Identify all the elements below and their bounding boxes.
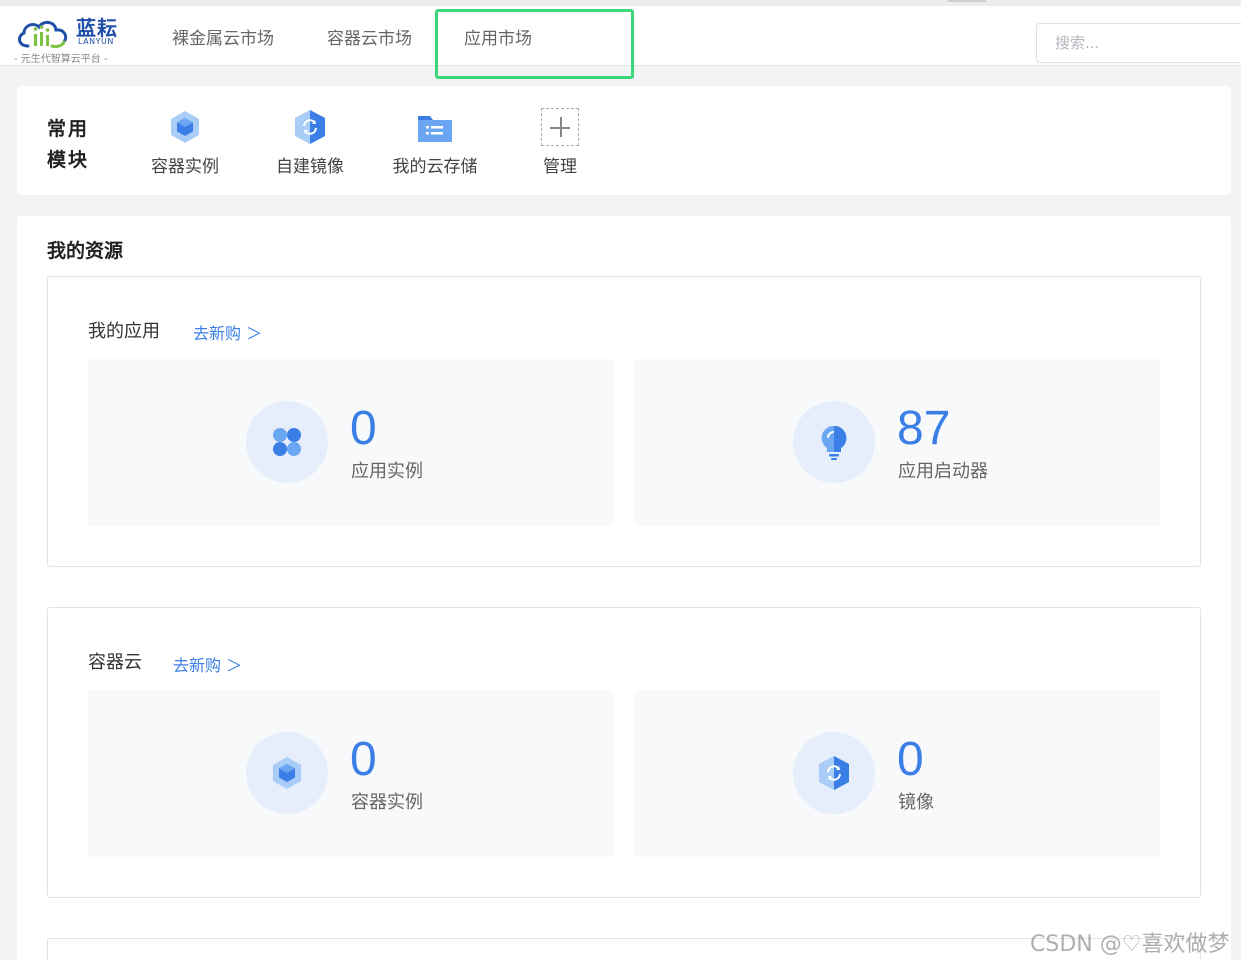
module-cloud-storage[interactable]: 我的云存储 (380, 108, 490, 177)
cube-icon (273, 757, 301, 789)
stat-value: 0 (350, 733, 377, 786)
resource-group-apps: 我的应用 去新购 ＞ 0 应用实例 87 应用启动器 (47, 276, 1201, 567)
group-title: 容器云 (88, 652, 142, 673)
stat-icon-circle (246, 401, 328, 483)
stat-label: 应用启动器 (898, 461, 988, 482)
cube-icon (171, 111, 199, 143)
image-icon (819, 756, 849, 790)
image-icon (295, 110, 325, 144)
stat-label: 容器实例 (351, 792, 423, 813)
cloud-logo-icon (18, 21, 68, 48)
stat-label: 应用实例 (351, 461, 423, 482)
plus-icon (541, 108, 579, 146)
watermark: CSDN @♡喜欢做梦 (1030, 932, 1230, 957)
resources-title: 我的资源 (47, 240, 124, 262)
search-input[interactable] (1036, 23, 1241, 63)
stat-value: 87 (897, 402, 951, 455)
top-strip-handle (948, 0, 986, 2)
module-label: 管理 (543, 157, 577, 177)
stat-icon-circle (793, 732, 875, 814)
group-title: 我的应用 (88, 321, 160, 342)
stat-label: 镜像 (898, 792, 934, 813)
logo[interactable]: 蓝耘 LANYUN - 元生代智算云平台 - (12, 10, 132, 65)
stat-card-app-launchers[interactable]: 87 应用启动器 (635, 359, 1160, 526)
module-manage[interactable]: 管理 (505, 108, 615, 177)
module-label: 自建镜像 (276, 157, 344, 177)
buy-new-link[interactable]: 去新购 ＞ (193, 320, 262, 344)
folder-icon (418, 116, 452, 142)
nav-app-market[interactable]: 应用市场 (464, 24, 532, 49)
app-grid-icon (273, 428, 301, 456)
stat-icon-circle (246, 732, 328, 814)
stat-card-app-instances[interactable]: 0 应用实例 (88, 359, 613, 526)
bulb-icon (821, 425, 847, 460)
nav-bare-metal-market[interactable]: 裸金属云市场 (172, 24, 274, 49)
stat-value: 0 (897, 733, 924, 786)
buy-new-link[interactable]: 去新购 ＞ (173, 652, 242, 676)
resource-group-partial (47, 938, 1201, 960)
module-label: 容器实例 (151, 157, 219, 177)
stat-card-images[interactable]: 0 镜像 (635, 690, 1160, 857)
resource-group-container-cloud: 容器云 去新购 ＞ 0 容器实例 0 镜像 (47, 607, 1201, 898)
quick-modules-title: 常用模块 (47, 118, 90, 171)
module-label: 我的云存储 (392, 157, 478, 177)
logo-subtext: LANYUN (78, 37, 114, 46)
logo-slogan: - 元生代智算云平台 - (14, 54, 108, 65)
stat-value: 0 (350, 402, 377, 455)
top-header: 蓝耘 LANYUN - 元生代智算云平台 - 裸金属云市场 容器云市场 应用市场 (0, 6, 1241, 66)
stat-card-container-instances[interactable]: 0 容器实例 (88, 690, 613, 857)
my-resources-panel: 我的资源 我的应用 去新购 ＞ 0 应用实例 87 应用启动器 容器云 去新购 … (17, 216, 1231, 960)
module-custom-image[interactable]: 自建镜像 (255, 108, 365, 177)
nav-container-market[interactable]: 容器云市场 (327, 24, 412, 49)
module-container-instance[interactable]: 容器实例 (130, 108, 240, 177)
stat-icon-circle (793, 401, 875, 483)
quick-modules-panel: 常用模块 容器实例 自建镜像 我的云存储 管理 (17, 86, 1231, 195)
